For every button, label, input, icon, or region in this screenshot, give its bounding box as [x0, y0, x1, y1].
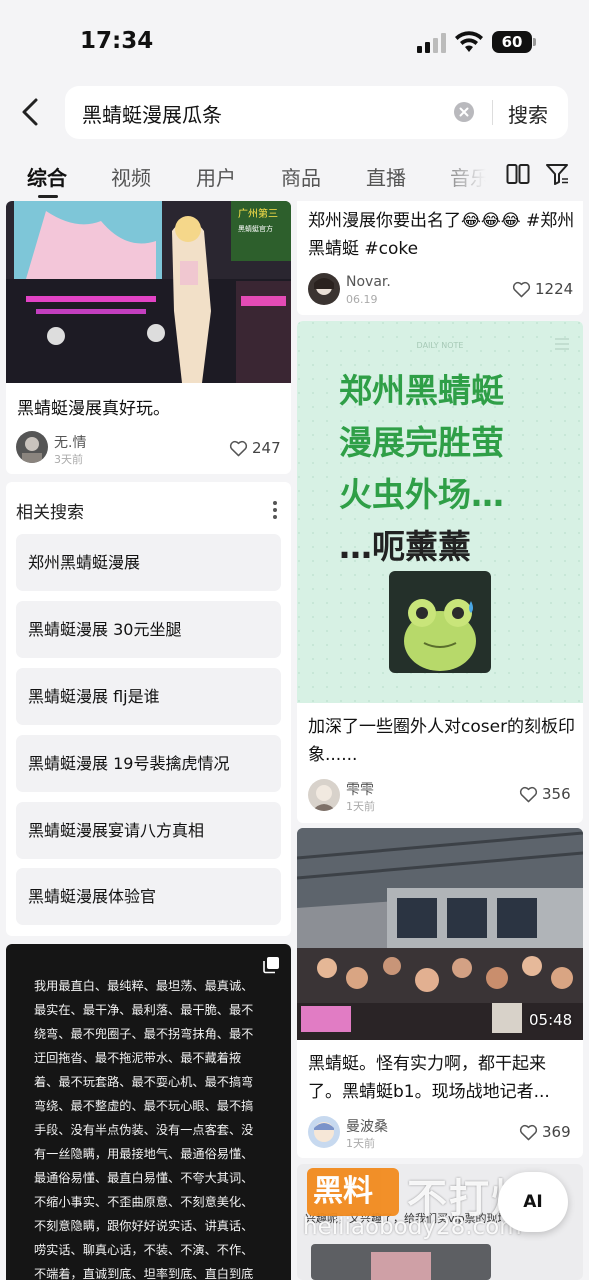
post-3-author-name[interactable]: 雫雫 [346, 779, 374, 799]
note-header: DAILY NOTE [416, 341, 464, 350]
battery-level: 60 [492, 31, 532, 53]
note-line-1: 郑州黑蜻蜓 [339, 371, 504, 410]
post-5-cover-image [311, 1244, 491, 1280]
post-1-author-avatar[interactable] [16, 431, 48, 463]
tab-video[interactable]: 视频 [111, 162, 151, 191]
clear-icon[interactable] [454, 102, 474, 122]
post-1-time: 3天前 [54, 453, 83, 466]
post-4-author-name[interactable]: 曼波桑 [346, 1116, 388, 1136]
post-1-author-name[interactable]: 无.情 [54, 432, 86, 452]
post-3-author-avatar[interactable] [308, 779, 340, 811]
related-search-card: 相关搜索 郑州黑蜻蜓漫展 黑蜻蜓漫展 30元坐腿 黑蜻蜓漫展 flj是谁 黑蜻蜓… [6, 482, 291, 936]
post-2-title: 郑州漫展你要出名了😂😂😂 #郑州黑蜻蜓 #coke [308, 211, 575, 259]
status-bar: 17:34 60 [0, 0, 589, 80]
text-post-body: 我用最直白、最纯粹、最坦荡、最真诚、最实在、最干净、最利落、最干脆、最不绕弯、最… [34, 979, 254, 1280]
tab-fade [430, 150, 500, 198]
related-search-item[interactable]: 黑蜻蜓漫展宴请八方真相 [16, 802, 281, 859]
battery-indicator: 60 [492, 31, 536, 53]
search-query-text[interactable]: 黑蜻蜓漫展瓜条 [82, 99, 222, 128]
filter-icon[interactable] [545, 163, 569, 185]
post-1-cover-image[interactable]: 广州第三 黑蜻蜓官方 [6, 201, 291, 383]
post-3-title: 加深了一些圈外人对coser的刻板印象...... [308, 717, 576, 765]
related-search-title: 相关搜索 [16, 503, 84, 523]
tab-products[interactable]: 商品 [281, 162, 321, 191]
post-1-like-icon[interactable] [229, 440, 248, 457]
note-line-3: 火虫外场… [339, 475, 504, 514]
post-4-author-avatar[interactable] [308, 1116, 340, 1148]
note-line-2: 漫展完胜萤 [339, 423, 504, 462]
app-root: 17:34 60 黑蜻蜓漫展瓜条 搜索 综合 视频 用户 商品 直播 广州第三 … [0, 0, 589, 1280]
more-options-icon[interactable] [272, 500, 278, 520]
post-card-1[interactable]: 广州第三 黑蜻蜓官方 黑蜻蜓漫展真好玩。 无.情 3天前 247 [6, 201, 291, 474]
post-2-like-count: 1224 [535, 280, 574, 298]
post-2-author-name[interactable]: Novar. [346, 274, 391, 290]
post-2-like-icon[interactable] [512, 281, 531, 298]
note-line-4: …呃薰薰 [339, 527, 471, 566]
post-card-2[interactable]: 郑州漫展你要出名了😂😂😂 #郑州黑蜻蜓 #coke Novar. 06.19 1… [297, 201, 583, 315]
post-4-like-count: 369 [542, 1123, 571, 1141]
search-button[interactable]: 搜索 [508, 99, 548, 128]
search-divider [492, 100, 493, 125]
video-duration: 05:48 [529, 1011, 573, 1029]
layout-toggle-icon[interactable] [506, 163, 530, 185]
wifi-icon [455, 31, 483, 52]
related-search-item[interactable]: 黑蜻蜓漫展体验官 [16, 868, 281, 925]
active-tab-indicator [38, 195, 58, 198]
related-search-item[interactable]: 黑蜻蜓漫展 flj是谁 [16, 668, 281, 725]
post-3-like-count: 356 [542, 785, 571, 803]
post-4-title: 黑蜻蜓。怪有实力啊，都干起来了。黑蜻蜓b1。现场战地记者... [308, 1054, 550, 1102]
post-1-title: 黑蜻蜓漫展真好玩。 [17, 399, 170, 419]
post-1-like-count: 247 [252, 439, 281, 457]
related-search-item[interactable]: 黑蜻蜓漫展 19号裴擒虎情况 [16, 735, 281, 792]
post-2-time: 06.19 [346, 293, 378, 306]
ai-assistant-button[interactable]: AI [498, 1172, 568, 1232]
post-4-video-thumbnail[interactable] [297, 828, 583, 1040]
tab-users[interactable]: 用户 [196, 162, 236, 191]
multi-image-icon [263, 957, 279, 974]
post-4-like-icon[interactable] [519, 1124, 538, 1141]
post-4-time: 1天前 [346, 1137, 375, 1150]
back-button[interactable] [14, 92, 50, 132]
post-3-time: 1天前 [346, 800, 375, 813]
post-3-like-icon[interactable] [519, 786, 538, 803]
related-search-item[interactable]: 郑州黑蜻蜓漫展 [16, 534, 281, 591]
tab-live[interactable]: 直播 [366, 162, 406, 191]
cellular-signal-icon [417, 33, 446, 53]
related-search-item[interactable]: 黑蜻蜓漫展 30元坐腿 [16, 601, 281, 658]
post-3-cover-image[interactable]: DAILY NOTE 郑州黑蜻蜓 漫展完胜萤 火虫外场… …呃薰薰 [297, 321, 583, 703]
tab-comprehensive[interactable]: 综合 [27, 162, 67, 191]
post-5-cover-text: 兴趣呢，又兴趣了，给我们买vip票的现场 [305, 1212, 501, 1225]
status-time: 17:34 [80, 28, 154, 54]
post-card-4[interactable]: 05:48 黑蜻蜓。怪有实力啊，都干起来了。黑蜻蜓b1。现场战地记者... 曼波… [297, 828, 583, 1158]
post-card-3[interactable]: DAILY NOTE 郑州黑蜻蜓 漫展完胜萤 火虫外场… …呃薰薰 加深了一些圈… [297, 321, 583, 823]
tab-bar: 综合 视频 用户 商品 直播 音乐 [0, 150, 589, 198]
text-post-card[interactable]: 我用最直白、最纯粹、最坦荡、最真诚、最实在、最干净、最利落、最干脆、最不绕弯、最… [6, 944, 291, 1280]
search-input[interactable]: 黑蜻蜓漫展瓜条 搜索 [65, 86, 568, 139]
battery-cap [533, 38, 536, 46]
banner-text: 广州第三 [238, 207, 278, 220]
banner-subtext: 黑蜻蜓官方 [238, 224, 273, 233]
post-2-author-avatar[interactable] [308, 273, 340, 305]
frog-sticker-image [389, 571, 491, 673]
